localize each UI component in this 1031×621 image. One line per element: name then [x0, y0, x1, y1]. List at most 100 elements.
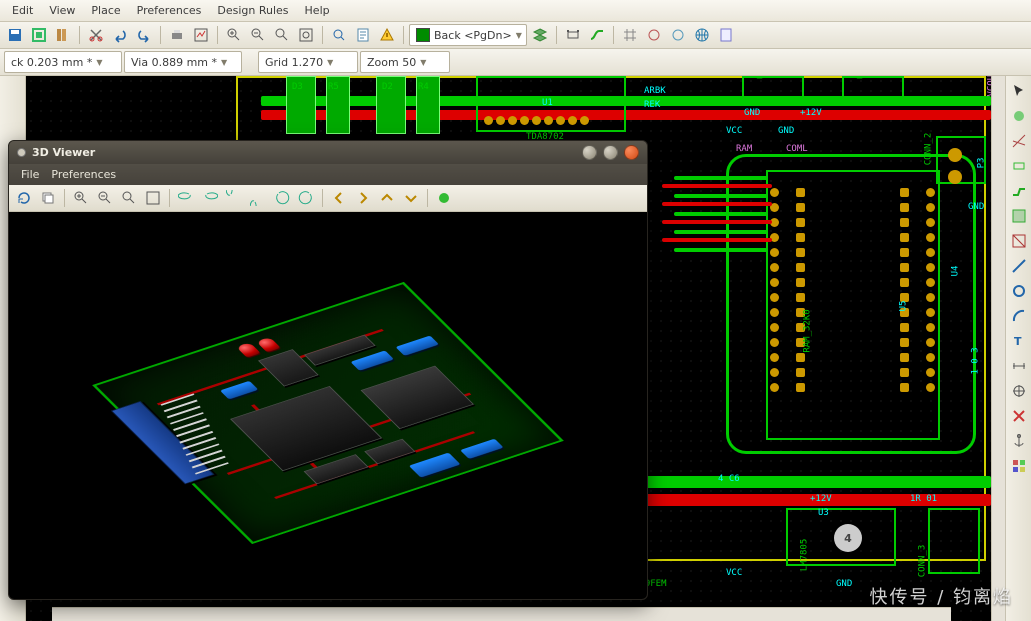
main-menu-bar: Edit View Place Preferences Design Rules… — [0, 0, 1031, 22]
menu-help[interactable]: Help — [299, 2, 336, 19]
redo-icon[interactable] — [133, 24, 155, 46]
footprint-ram-inner — [766, 170, 940, 440]
mode-footprint-icon[interactable] — [562, 24, 584, 46]
add-text-icon[interactable]: T — [1008, 330, 1030, 352]
3d-viewer-titlebar[interactable]: 3D Viewer — [9, 141, 647, 164]
find-icon[interactable] — [328, 24, 350, 46]
maximize-button[interactable] — [603, 145, 618, 160]
fast-grid2-icon[interactable] — [667, 24, 689, 46]
menu-view[interactable]: View — [43, 2, 81, 19]
print-icon[interactable] — [166, 24, 188, 46]
rotate-x-pos-icon[interactable] — [199, 187, 221, 209]
menu-place[interactable]: Place — [85, 2, 126, 19]
plot-icon[interactable] — [190, 24, 212, 46]
zoom-select[interactable]: Zoom 50▼ — [360, 51, 450, 73]
mode-track-icon[interactable] — [586, 24, 608, 46]
menu-edit[interactable]: Edit — [6, 2, 39, 19]
add-circle-icon[interactable] — [1008, 280, 1030, 302]
svg-text:T: T — [1014, 335, 1022, 348]
move-down-icon[interactable] — [400, 187, 422, 209]
cursor-icon[interactable] — [1008, 80, 1030, 102]
add-line-icon[interactable] — [1008, 255, 1030, 277]
highlight-net-icon[interactable] — [1008, 105, 1030, 127]
place-anchor-icon[interactable] — [1008, 430, 1030, 452]
cut-icon[interactable] — [85, 24, 107, 46]
module-editor-icon[interactable] — [28, 24, 50, 46]
layer-select[interactable]: Back <PgDn> ▼ — [409, 24, 527, 46]
val-ram: RAM_32K0 — [803, 309, 813, 352]
move-left-icon[interactable] — [328, 187, 350, 209]
ref-d2: D2 — [382, 82, 393, 92]
rotate-z-pos-icon[interactable] — [295, 187, 317, 209]
net-vcout: VCOUT — [987, 76, 991, 97]
rotate-z-neg-icon[interactable] — [271, 187, 293, 209]
ratsnest-icon[interactable] — [1008, 130, 1030, 152]
grid-select[interactable]: Grid 1.270▼ — [258, 51, 358, 73]
ref-p3: P3 — [976, 158, 986, 169]
add-arc-icon[interactable] — [1008, 305, 1030, 327]
library-icon[interactable] — [52, 24, 74, 46]
menu-preferences[interactable]: Preferences — [131, 2, 208, 19]
reload-icon[interactable] — [13, 187, 35, 209]
via-size-select[interactable]: Via 0.889 mm *▼ — [124, 51, 242, 73]
net-rck: REK — [644, 100, 660, 110]
close-button[interactable] — [624, 145, 639, 160]
grid-icon[interactable] — [619, 24, 641, 46]
minimize-button[interactable] — [582, 145, 597, 160]
fast-grid1-icon[interactable] — [643, 24, 665, 46]
add-dimension-icon[interactable] — [1008, 355, 1030, 377]
3d-fit-icon[interactable] — [142, 187, 164, 209]
add-zone-icon[interactable] — [1008, 205, 1030, 227]
script-icon[interactable] — [715, 24, 737, 46]
track-width-select[interactable]: ck 0.203 mm *▼ — [4, 51, 122, 73]
move-up-icon[interactable] — [376, 187, 398, 209]
grid-origin-icon[interactable] — [1008, 455, 1030, 477]
move-right-icon[interactable] — [352, 187, 374, 209]
zoom-fit-icon[interactable] — [295, 24, 317, 46]
3d-zoom-out-icon[interactable] — [94, 187, 116, 209]
ref-u1: U1 — [542, 98, 553, 108]
copy-image-icon[interactable] — [37, 187, 59, 209]
undo-icon[interactable] — [109, 24, 131, 46]
add-keepout-icon[interactable] — [1008, 230, 1030, 252]
3d-menu-preferences[interactable]: Preferences — [47, 167, 120, 182]
rotate-y-pos-icon[interactable] — [247, 187, 269, 209]
drc-icon[interactable] — [376, 24, 398, 46]
watermark-text: 快传号 / 钧离焰 — [869, 583, 1013, 609]
net-12v-1: +12V — [800, 108, 822, 118]
layer-select-value: Back <PgDn> — [434, 29, 512, 42]
zoom-out-icon[interactable] — [247, 24, 269, 46]
route-track-icon[interactable] — [1008, 180, 1030, 202]
vertical-scrollbar[interactable] — [991, 76, 1005, 621]
add-target-icon[interactable] — [1008, 380, 1030, 402]
ortho-icon[interactable] — [433, 187, 455, 209]
val-swpush1: SW_PUSH — [746, 76, 784, 80]
rotate-x-neg-icon[interactable] — [175, 187, 197, 209]
menu-design-rules[interactable]: Design Rules — [211, 2, 294, 19]
grid-value: Grid 1.270 — [265, 56, 323, 69]
via-size-value: Via 0.889 mm * — [131, 56, 217, 69]
3d-zoom-in-icon[interactable] — [70, 187, 92, 209]
horizontal-scrollbar[interactable] — [52, 607, 951, 621]
zoom-in-icon[interactable] — [223, 24, 245, 46]
right-toolbar: T — [1005, 76, 1031, 621]
save-icon[interactable] — [4, 24, 26, 46]
netlist-icon[interactable] — [352, 24, 374, 46]
rotate-y-neg-icon[interactable] — [223, 187, 245, 209]
add-module-icon[interactable] — [1008, 155, 1030, 177]
delete-icon[interactable] — [1008, 405, 1030, 427]
layer-manager-icon[interactable] — [529, 24, 551, 46]
3d-viewer-title: 3D Viewer — [32, 146, 95, 159]
3d-viewer-window: 3D Viewer File Preferences — [8, 140, 648, 600]
net-12v-2: +12V — [810, 494, 832, 504]
web-icon[interactable] — [691, 24, 713, 46]
3d-zoom-redraw-icon[interactable] — [118, 187, 140, 209]
val-conn2: CONN_2 — [923, 133, 933, 166]
net-1r01: 1R 01 — [910, 494, 937, 504]
net-vcc-1: VCC — [726, 126, 742, 136]
3d-menu-file[interactable]: File — [17, 167, 43, 182]
zoom-redraw-icon[interactable] — [271, 24, 293, 46]
ref-u3: U3 — [818, 508, 829, 518]
3d-canvas[interactable] — [9, 212, 647, 599]
primary-toolbar: Back <PgDn> ▼ — [0, 22, 1031, 49]
